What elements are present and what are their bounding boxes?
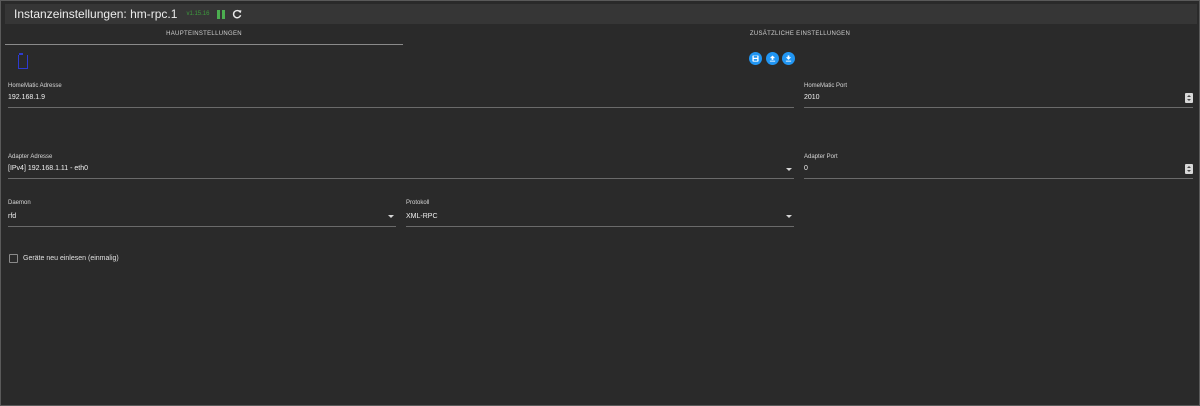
settings-dialog: Instanzeinstellungen: hm-rpc.1 v1.15.16 … xyxy=(0,0,1200,406)
daemon-value[interactable]: rfd xyxy=(8,213,16,220)
daemon-label: Daemon xyxy=(8,200,31,206)
daemon-select[interactable]: Daemon rfd xyxy=(8,200,396,228)
save-icon xyxy=(752,55,759,62)
tab-additional-settings[interactable]: ZUSÄTZLICHE EINSTELLUNGEN xyxy=(403,25,1197,44)
input-underline xyxy=(8,178,794,179)
input-underline xyxy=(406,226,794,227)
reread-devices-checkbox[interactable] xyxy=(9,254,18,263)
dialog-title: Instanzeinstellungen: hm-rpc.1 xyxy=(14,7,178,21)
title-bar: Instanzeinstellungen: hm-rpc.1 v1.15.16 xyxy=(5,4,1197,24)
protocol-value[interactable]: XML-RPC xyxy=(406,213,438,220)
tab-main-settings[interactable]: HAUPTEINSTELLUNGEN xyxy=(5,25,403,44)
adapter-port-input[interactable]: 0 xyxy=(804,165,808,172)
adapter-address-value[interactable]: [IPv4] 192.168.1.11 - eth0 xyxy=(8,165,88,172)
chevron-down-icon[interactable] xyxy=(786,215,792,218)
reload-icon[interactable] xyxy=(232,9,242,19)
protocol-select[interactable]: Protokoll XML-RPC xyxy=(406,200,794,228)
homematic-port-input[interactable]: 2010 xyxy=(804,94,820,101)
reread-devices-label[interactable]: Geräte neu einlesen (einmalig) xyxy=(23,255,119,262)
homematic-port-label: HomeMatic Port xyxy=(804,83,848,89)
active-tab-indicator xyxy=(5,44,403,45)
homematic-port-field[interactable]: HomeMatic Port 2010 xyxy=(804,83,1193,109)
number-spinner-icon[interactable] xyxy=(1185,93,1193,103)
input-underline xyxy=(8,107,794,108)
upload-config-button[interactable] xyxy=(766,52,779,65)
input-underline xyxy=(804,107,1193,108)
version-label: v1.15.16 xyxy=(186,11,210,17)
download-config-button[interactable] xyxy=(782,52,795,65)
input-underline xyxy=(804,178,1193,179)
download-icon xyxy=(785,55,792,62)
chevron-down-icon[interactable] xyxy=(388,215,394,218)
adapter-port-label: Adapter Port xyxy=(804,154,838,160)
chevron-down-icon[interactable] xyxy=(786,168,792,171)
adapter-address-label: Adapter Adresse xyxy=(8,154,53,160)
adapter-address-select[interactable]: Adapter Adresse [IPv4] 192.168.1.11 - et… xyxy=(8,154,794,180)
homematic-address-field[interactable]: HomeMatic Adresse 192.168.1.9 xyxy=(8,83,794,109)
adapter-logo-icon xyxy=(18,53,28,69)
tab-bar: HAUPTEINSTELLUNGEN ZUSÄTZLICHE EINSTELLU… xyxy=(5,25,1197,45)
homematic-address-label: HomeMatic Adresse xyxy=(8,83,62,89)
upload-icon xyxy=(769,55,776,62)
adapter-port-field[interactable]: Adapter Port 0 xyxy=(804,154,1193,180)
pause-icon[interactable] xyxy=(217,9,225,19)
input-underline xyxy=(8,226,396,227)
homematic-address-input[interactable]: 192.168.1.9 xyxy=(8,94,45,101)
number-spinner-icon[interactable] xyxy=(1185,164,1193,174)
protocol-label: Protokoll xyxy=(406,200,430,206)
save-config-button[interactable] xyxy=(749,52,762,65)
